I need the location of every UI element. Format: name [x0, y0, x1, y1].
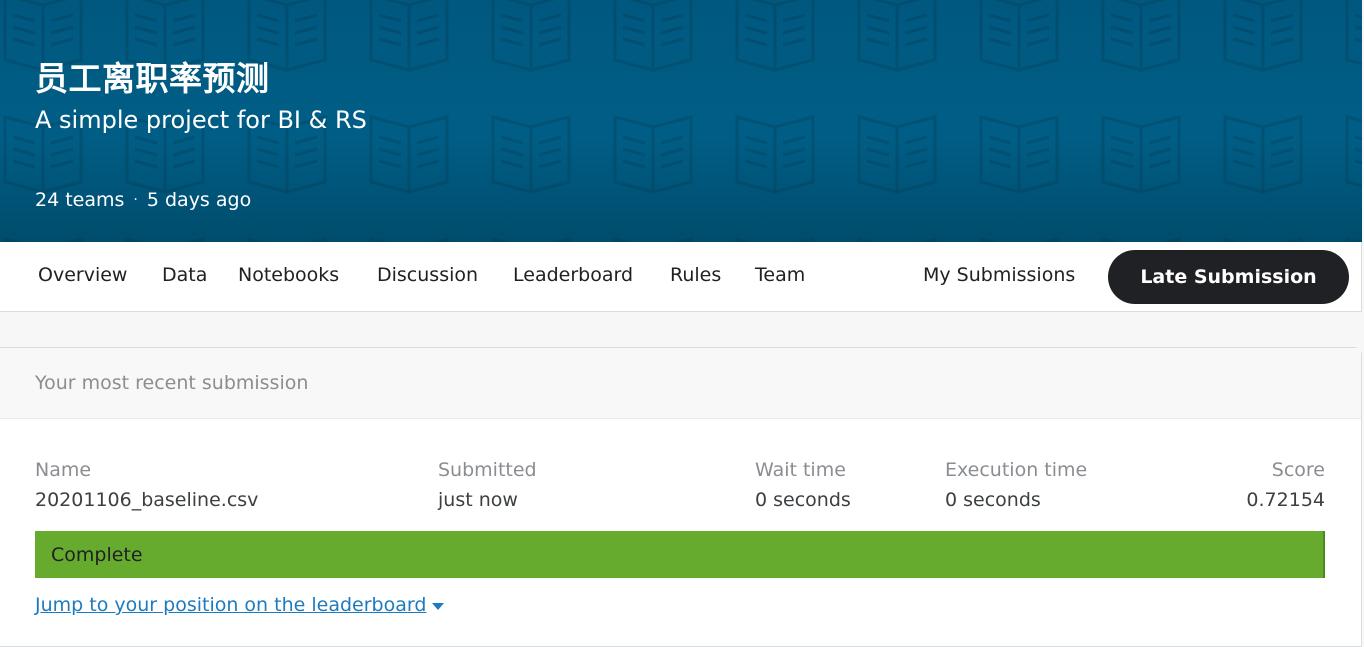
recent-submission-card: Your most recent submission Name 2020110… [0, 347, 1362, 647]
card-header: Your most recent submission [0, 348, 1361, 419]
jump-to-leaderboard-link[interactable]: Jump to your position on the leaderboard [35, 594, 445, 616]
tab-data[interactable]: Data [162, 264, 207, 286]
tab-leaderboard[interactable]: Leaderboard [513, 264, 633, 286]
status-bar: Complete [35, 531, 1325, 578]
competition-header-banner: 员工离职率预测 A simple project for BI & RS 24 … [0, 0, 1362, 242]
score-label: Score [1271, 459, 1325, 481]
card-header-title: Your most recent submission [35, 372, 309, 394]
execution-time-value: 0 seconds [945, 489, 1041, 511]
competition-nav-bar: Overview Data Notebooks Discussion Leade… [0, 242, 1362, 312]
jump-link-text[interactable]: Jump to your position on the leaderboard [35, 594, 426, 616]
competition-subtitle: A simple project for BI & RS [35, 106, 367, 134]
tab-discussion[interactable]: Discussion [377, 264, 478, 286]
my-submissions-link[interactable]: My Submissions [923, 264, 1075, 286]
wait-time-value: 0 seconds [755, 489, 851, 511]
tab-overview[interactable]: Overview [38, 264, 127, 286]
competition-title: 员工离职率预测 [35, 59, 270, 98]
tab-notebooks[interactable]: Notebooks [238, 264, 339, 286]
meta-separator: · [133, 192, 138, 208]
team-count: 24 teams [35, 189, 125, 211]
tab-rules[interactable]: Rules [670, 264, 721, 286]
tab-team[interactable]: Team [755, 264, 805, 286]
submitted-value: just now [438, 489, 518, 511]
name-label: Name [35, 459, 92, 481]
submitted-label: Submitted [438, 459, 537, 481]
submission-file-name: 20201106_baseline.csv [35, 489, 259, 511]
wait-time-label: Wait time [755, 459, 846, 481]
score-value: 0.72154 [1246, 489, 1325, 511]
competition-meta: 24 teams · 5 days ago [35, 189, 251, 211]
caret-down-icon[interactable] [432, 602, 445, 610]
late-submission-button[interactable]: Late Submission [1108, 250, 1349, 304]
execution-time-label: Execution time [945, 459, 1088, 481]
status-text: Complete [51, 543, 143, 566]
competition-age: 5 days ago [146, 189, 252, 211]
